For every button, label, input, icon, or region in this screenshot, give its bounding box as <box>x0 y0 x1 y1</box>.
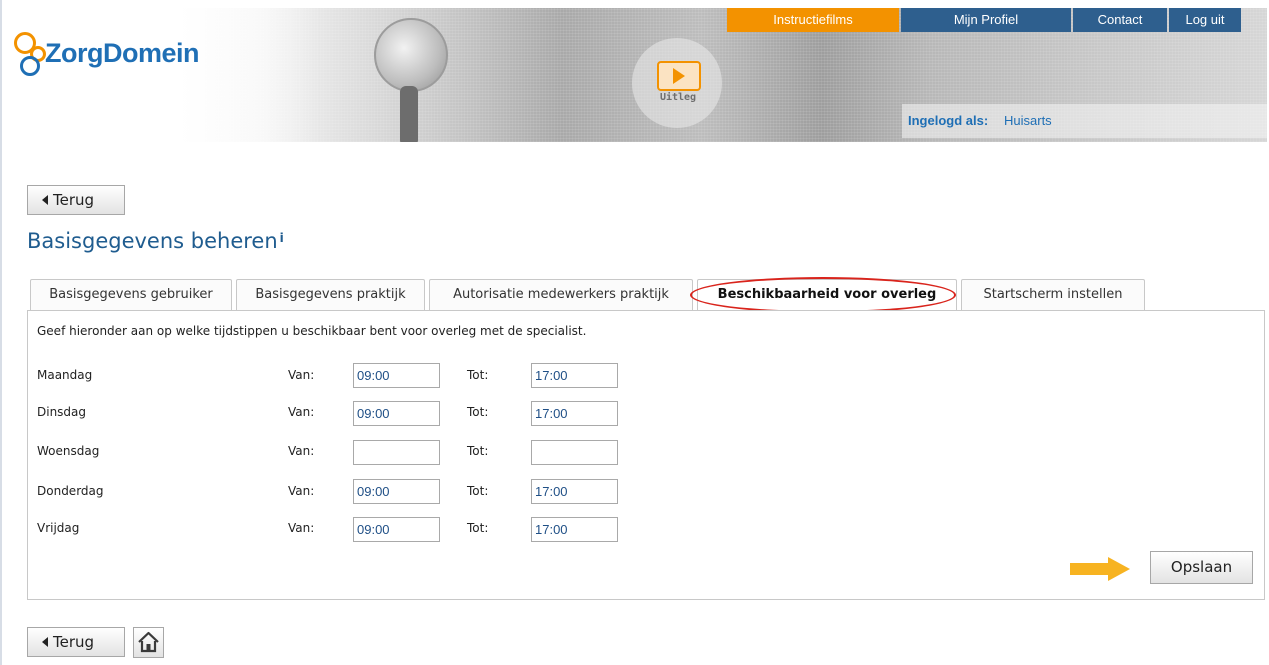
stethoscope-tube-image <box>400 86 418 142</box>
day-label-dinsdag: Dinsdag <box>37 405 87 419</box>
nav-instructiefilms[interactable]: Instructiefilms <box>727 8 899 32</box>
woensdag-van-input[interactable] <box>353 440 440 465</box>
maandag-van-input[interactable]: 09:00 <box>353 363 440 388</box>
nav-mijn-profiel[interactable]: Mijn Profiel <box>901 8 1071 32</box>
back-arrow-icon <box>42 636 48 647</box>
info-icon[interactable]: i <box>280 231 284 245</box>
home-button[interactable] <box>133 627 164 658</box>
logged-in-prefix: Ingelogd als: <box>908 113 989 128</box>
van-label: Van: <box>288 484 315 498</box>
page-title: Basisgegevens beheren i <box>27 229 284 253</box>
pointer-arrow-head <box>1108 557 1130 581</box>
tot-label: Tot: <box>467 484 489 498</box>
logo-ring-blue <box>20 56 40 76</box>
vrijdag-van-input[interactable]: 09:00 <box>353 517 440 542</box>
home-icon <box>138 631 159 653</box>
tot-label: Tot: <box>467 405 489 419</box>
back-button-bottom[interactable]: Terug <box>27 627 125 657</box>
logo-text: ZorgDomein <box>45 38 200 68</box>
vrijdag-tot-input[interactable]: 17:00 <box>531 517 618 542</box>
tab-basisgegevens-gebruiker[interactable]: Basisgegevens gebruiker <box>30 279 232 310</box>
van-label: Van: <box>288 521 315 535</box>
tab-basisgegevens-praktijk[interactable]: Basisgegevens praktijk <box>236 279 425 310</box>
donderdag-van-input[interactable]: 09:00 <box>353 479 440 504</box>
logged-in-status: Ingelogd als: Huisarts <box>902 104 1267 138</box>
play-triangle <box>673 68 685 84</box>
dinsdag-van-input[interactable]: 09:00 <box>353 401 440 426</box>
header-banner: ZorgDomein Uitleg Instructiefilms Mijn P… <box>2 8 1267 142</box>
page-title-text: Basisgegevens beheren <box>27 229 278 253</box>
day-label-woensdag: Woensdag <box>37 444 100 458</box>
logged-in-user: Huisarts <box>1004 113 1052 128</box>
availability-intro: Geef hieronder aan op welke tijdstippen … <box>37 324 587 338</box>
banner-fade <box>2 8 322 142</box>
availability-panel <box>27 310 1265 600</box>
back-button-label: Terug <box>53 633 95 651</box>
tot-label: Tot: <box>467 444 489 458</box>
day-label-vrijdag: Vrijdag <box>37 521 80 535</box>
nav-log-uit[interactable]: Log uit <box>1169 8 1241 32</box>
top-navigation: Instructiefilms Mijn Profiel Contact Log… <box>725 8 1241 32</box>
stethoscope-image <box>374 18 448 92</box>
tab-startscherm-instellen[interactable]: Startscherm instellen <box>961 279 1145 310</box>
back-button-label: Terug <box>53 191 95 209</box>
tab-autorisatie-medewerkers[interactable]: Autorisatie medewerkers praktijk <box>429 279 693 310</box>
tot-label: Tot: <box>467 368 489 382</box>
maandag-tot-input[interactable]: 17:00 <box>531 363 618 388</box>
pointer-arrow-shaft <box>1070 563 1110 575</box>
day-label-donderdag: Donderdag <box>37 484 104 498</box>
day-label-maandag: Maandag <box>37 368 93 382</box>
van-label: Van: <box>288 405 315 419</box>
dinsdag-tot-input[interactable]: 17:00 <box>531 401 618 426</box>
woensdag-tot-input[interactable] <box>531 440 618 465</box>
play-icon[interactable] <box>657 61 701 91</box>
tab-beschikbaarheid-voor-overleg[interactable]: Beschikbaarheid voor overleg <box>697 279 957 311</box>
uitleg-label[interactable]: Uitleg <box>654 92 702 103</box>
donderdag-tot-input[interactable]: 17:00 <box>531 479 618 504</box>
back-button-top[interactable]: Terug <box>27 185 125 215</box>
nav-contact[interactable]: Contact <box>1073 8 1167 32</box>
tot-label: Tot: <box>467 521 489 535</box>
back-arrow-icon <box>42 194 48 205</box>
van-label: Van: <box>288 368 315 382</box>
save-button[interactable]: Opslaan <box>1150 551 1253 584</box>
van-label: Van: <box>288 444 315 458</box>
